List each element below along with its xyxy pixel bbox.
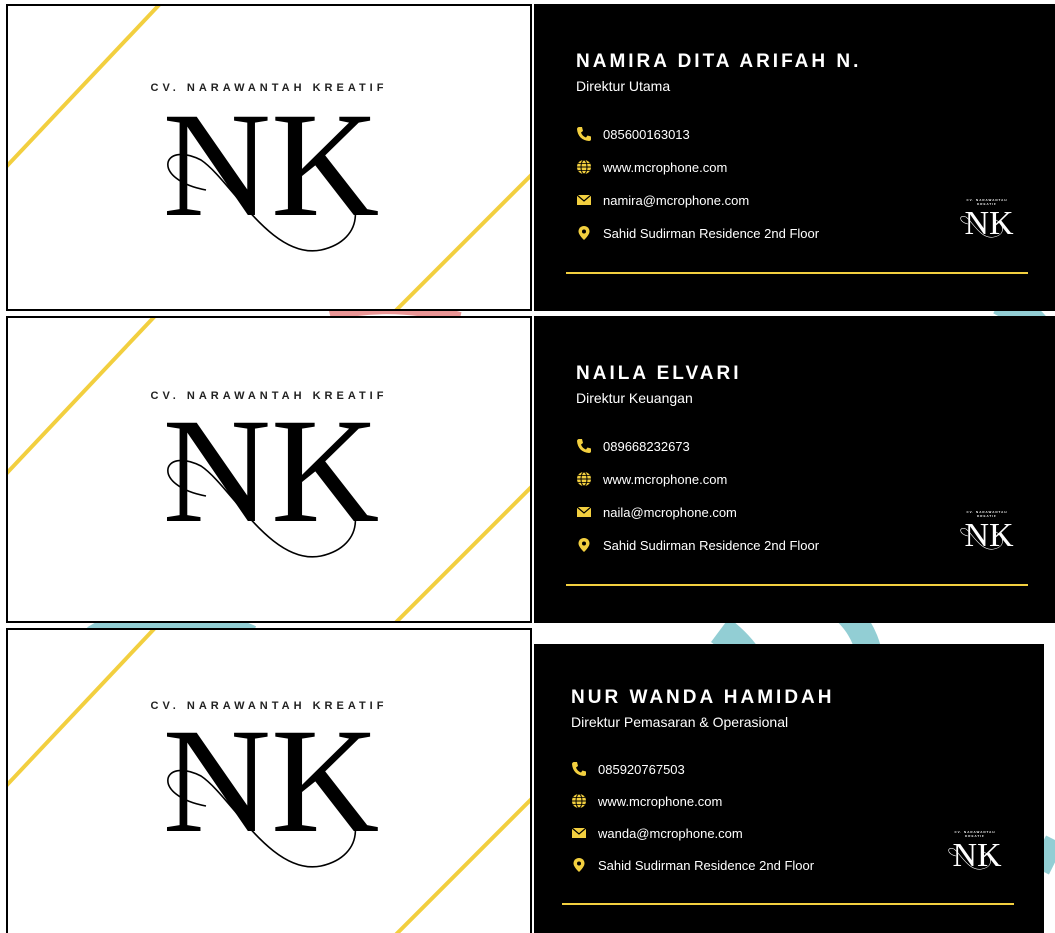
card-front-2: CV. NARAWANTAH KREATIF NK — [6, 316, 532, 623]
card-back-2: NAILA ELVARI Direktur Keuangan 089668232… — [534, 316, 1055, 623]
website-link[interactable]: www.mcrophone.com — [603, 472, 727, 487]
monogram-text: NK — [163, 716, 380, 864]
phone-icon — [572, 762, 586, 776]
nk-monogram-logo: NK — [163, 406, 380, 558]
address-text: Sahid Sudirman Residence 2nd Floor — [603, 225, 820, 241]
email-row: naila@mcrophone.com — [576, 503, 737, 521]
gold-divider-line — [566, 272, 1028, 274]
card-front-3: CV. NARAWANTAH KREATIF NK — [6, 628, 532, 933]
person-name: NAMIRA DITA ARIFAH N. — [576, 51, 862, 72]
phone-row: 085600163013 — [576, 125, 690, 143]
globe-icon — [572, 793, 586, 809]
monogram-text: NK — [163, 100, 380, 248]
phone-icon — [577, 439, 591, 453]
company-name: CV. NARAWANTAH KREATIF — [150, 390, 388, 402]
email-address[interactable]: naila@mcrophone.com — [603, 505, 737, 520]
card-back-1: NAMIRA DITA ARIFAH N. Direktur Utama 085… — [534, 4, 1055, 311]
phone-number: 089668232673 — [603, 438, 690, 454]
website-row: www.mcrophone.com — [576, 158, 727, 176]
person-title: Direktur Pemasaran & Operasional — [571, 714, 789, 730]
website-row: www.mcrophone.com — [571, 792, 722, 810]
monogram-text: NK — [163, 406, 380, 554]
person-name: NUR WANDA HAMIDAH — [571, 687, 835, 708]
mini-nk-logo: CV. NARAWANTAH KREATIF NK — [956, 198, 1018, 242]
email-row: wanda@mcrophone.com — [571, 824, 743, 842]
location-pin-icon — [578, 538, 590, 552]
phone-row: 085920767503 — [571, 760, 685, 778]
location-pin-icon — [578, 226, 590, 240]
address-row: Sahid Sudirman Residence 2nd Floor — [576, 224, 819, 242]
globe-icon — [577, 159, 591, 175]
phone-number: 085920767503 — [598, 761, 685, 777]
person-title: Direktur Utama — [576, 78, 671, 94]
email-address[interactable]: namira@mcrophone.com — [603, 193, 749, 208]
gold-divider-line — [566, 584, 1028, 586]
nk-monogram-logo: NK — [163, 100, 380, 252]
person-name: NAILA ELVARI — [576, 363, 742, 384]
email-address[interactable]: wanda@mcrophone.com — [598, 826, 743, 841]
card-front-1: CV. NARAWANTAH KREATIF NK — [6, 4, 532, 311]
mail-icon — [576, 194, 592, 205]
nk-monogram-logo: NK — [163, 716, 380, 868]
mini-nk-logo: CV. NARAWANTAH KREATIF NK — [944, 830, 1006, 874]
company-name: CV. NARAWANTAH KREATIF — [150, 700, 388, 712]
email-row: namira@mcrophone.com — [576, 191, 749, 209]
mail-icon — [571, 827, 587, 838]
address-text: Sahid Sudirman Residence 2nd Floor — [598, 857, 815, 873]
phone-row: 089668232673 — [576, 437, 690, 455]
mail-icon — [576, 506, 592, 517]
address-row: Sahid Sudirman Residence 2nd Floor — [571, 856, 814, 874]
card-back-3: NUR WANDA HAMIDAH Direktur Pemasaran & O… — [534, 644, 1044, 933]
phone-number: 085600163013 — [603, 126, 690, 142]
location-pin-icon — [573, 858, 585, 872]
gold-divider-line — [562, 903, 1014, 905]
company-name: CV. NARAWANTAH KREATIF — [150, 82, 388, 94]
website-row: www.mcrophone.com — [576, 470, 727, 488]
phone-icon — [577, 127, 591, 141]
website-link[interactable]: www.mcrophone.com — [598, 794, 722, 809]
address-text: Sahid Sudirman Residence 2nd Floor — [603, 537, 820, 553]
address-row: Sahid Sudirman Residence 2nd Floor — [576, 536, 819, 554]
globe-icon — [577, 471, 591, 487]
person-title: Direktur Keuangan — [576, 390, 693, 406]
website-link[interactable]: www.mcrophone.com — [603, 160, 727, 175]
mini-nk-logo: CV. NARAWANTAH KREATIF NK — [956, 510, 1018, 554]
